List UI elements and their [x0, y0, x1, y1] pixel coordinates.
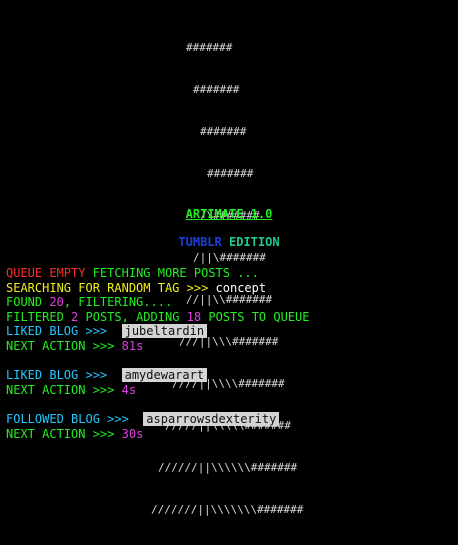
next-action-time: 4s [121, 382, 137, 397]
logo-line: ####### [186, 41, 233, 54]
filtered-suffix: POSTS TO QUEUE [208, 309, 310, 324]
fetching-text: FETCHING MORE POSTS ... [92, 266, 259, 280]
next-action-label: NEXT ACTION >>> [6, 338, 115, 353]
filtered-mid: POSTS, ADDING [85, 309, 180, 324]
log-line-search: SEARCHING FOR RANDOM TAG >>> concept [6, 281, 454, 296]
edition-label: TUMBLR EDITION [0, 235, 458, 249]
logo-line: //////||\\\\\\####### [158, 461, 298, 474]
logo-line: ####### [193, 83, 240, 96]
log-line-followed: FOLLOWED BLOG >>> asparrowsdexterity [6, 411, 454, 427]
log-line-liked: LIKED BLOG >>> jubeltardin [6, 324, 454, 339]
edition-word: EDITION [229, 235, 280, 249]
logo-line: ///////||\\\\\\\####### [151, 503, 304, 516]
log-line-found: FOUND 20, FILTERING.... [6, 295, 454, 310]
next-action-label: NEXT ACTION >>> [6, 382, 115, 397]
found-count: 20 [49, 295, 64, 310]
logo-line: /||\####### [193, 251, 266, 264]
app-title: ARTIMATE 1.0 [185, 207, 273, 221]
log-line-filtered: FILTERED 2 POSTS, ADDING 18 POSTS TO QUE… [6, 310, 454, 325]
log-spacer [6, 354, 454, 369]
filtered-prefix: FILTERED [6, 309, 64, 324]
search-tag: concept [215, 280, 267, 295]
next-action-label: NEXT ACTION >>> [6, 426, 115, 441]
found-suffix: , FILTERING.... [63, 295, 173, 310]
logo-line: ####### [207, 167, 254, 180]
log-line-next: NEXT ACTION >>> 30s [6, 427, 454, 442]
liked-label: LIKED BLOG >>> [6, 368, 108, 383]
edition-tumblr: TUMBLR [178, 235, 222, 249]
log-line-liked: LIKED BLOG >>> amydewarart [6, 368, 454, 383]
found-prefix: FOUND [6, 295, 43, 310]
terminal-window: ####### ####### ####### ####### /\######… [0, 0, 458, 516]
adding-count: 18 [186, 309, 202, 324]
queue-empty-text: QUEUE EMPTY [6, 266, 86, 280]
blog-name: asparrowsdexterity [143, 411, 280, 426]
next-action-time: 81s [121, 338, 144, 353]
log-spacer [6, 397, 454, 412]
logo-line: ####### [200, 125, 247, 138]
next-action-time: 30s [121, 426, 144, 441]
followed-label: FOLLOWED BLOG >>> [6, 411, 129, 426]
log-line-next: NEXT ACTION >>> 4s [6, 383, 454, 398]
blog-name: jubeltardin [121, 324, 208, 339]
log-line-queue: QUEUE EMPTY FETCHING MORE POSTS ... [6, 266, 454, 281]
searching-text: SEARCHING FOR RANDOM TAG >>> [6, 280, 209, 295]
blog-name: amydewarart [121, 368, 208, 383]
activity-log: QUEUE EMPTY FETCHING MORE POSTS ... SEAR… [6, 266, 454, 441]
log-line-next: NEXT ACTION >>> 81s [6, 339, 454, 354]
liked-label: LIKED BLOG >>> [6, 324, 108, 339]
filtered-count: 2 [71, 309, 79, 324]
